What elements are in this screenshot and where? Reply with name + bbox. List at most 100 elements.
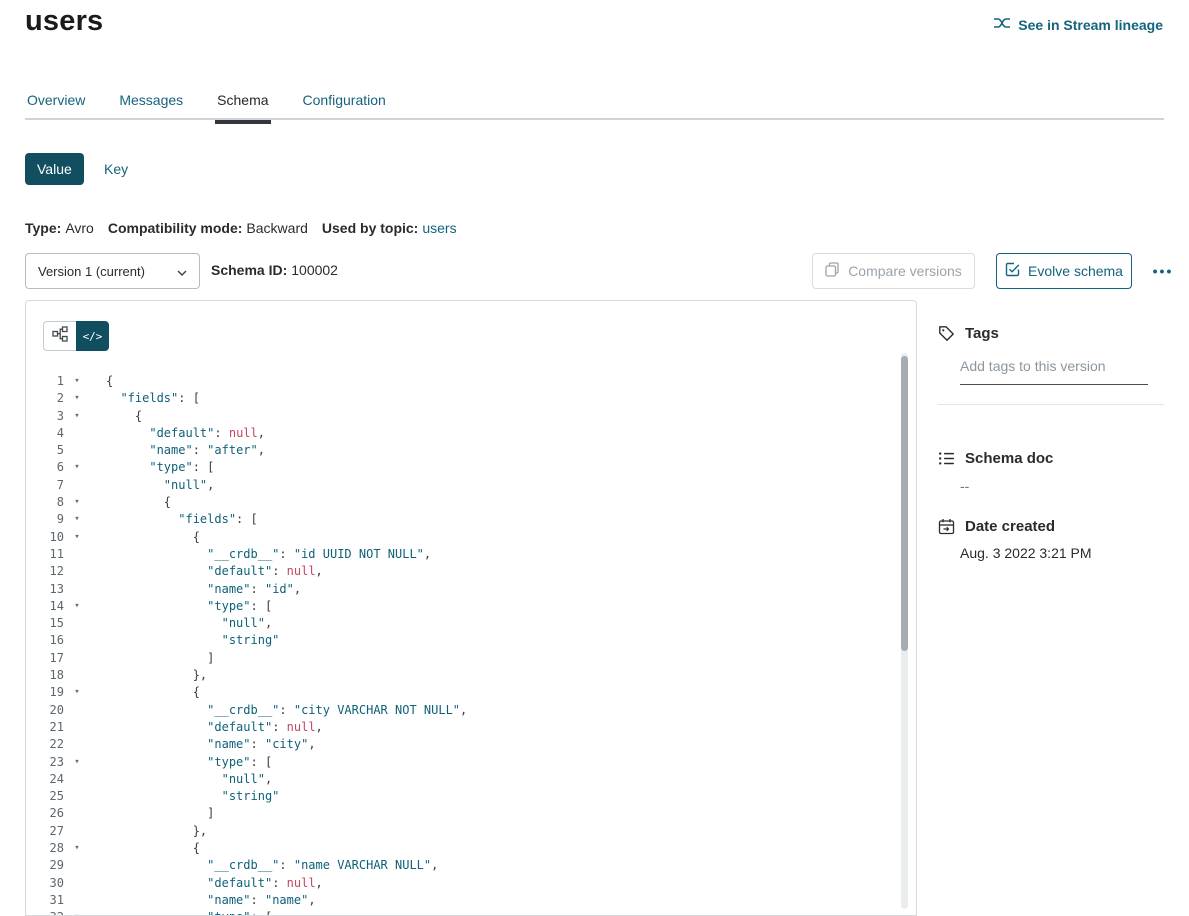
fold-spacer xyxy=(69,615,85,632)
fold-caret-icon[interactable]: ▾ xyxy=(69,494,85,511)
code-line: 27 }, xyxy=(26,823,900,840)
line-number: 13 xyxy=(26,581,64,598)
code-text: "name": "name", xyxy=(85,892,316,909)
fold-caret-icon[interactable]: ▾ xyxy=(69,684,85,701)
fold-caret-icon[interactable]: ▾ xyxy=(69,598,85,615)
stream-lineage-link[interactable]: See in Stream lineage xyxy=(993,16,1163,33)
date-created-heading-label: Date created xyxy=(965,518,1055,535)
code-text: { xyxy=(85,840,200,857)
compare-versions-button[interactable]: Compare versions xyxy=(812,253,975,289)
code-text: "null", xyxy=(85,615,272,632)
fold-spacer xyxy=(69,477,85,494)
fold-spacer xyxy=(69,546,85,563)
line-number: 12 xyxy=(26,563,64,580)
code-text: "type": [ xyxy=(85,754,272,771)
key-toggle-button[interactable]: Key xyxy=(104,161,128,177)
code-text: "__crdb__": "name VARCHAR NULL", xyxy=(85,857,438,874)
fold-spacer xyxy=(69,805,85,822)
fold-spacer xyxy=(69,857,85,874)
fold-caret-icon[interactable]: ▾ xyxy=(69,754,85,771)
line-number: 17 xyxy=(26,650,64,667)
code-line: 9 ▾ "fields": [ xyxy=(26,511,900,528)
schema-sidebar: Tags Schema doc -- Date created Aug. 3 2… xyxy=(938,300,1164,916)
line-number: 9 xyxy=(26,511,64,528)
line-number: 3 xyxy=(26,408,64,425)
code-line: 10▾ { xyxy=(26,529,900,546)
stream-lineage-label: See in Stream lineage xyxy=(1018,17,1163,33)
code-line: 4 "default": null, xyxy=(26,425,900,442)
code-line: 31 "name": "name", xyxy=(26,892,900,909)
fold-spacer xyxy=(69,788,85,805)
fold-caret-icon[interactable]: ▾ xyxy=(69,529,85,546)
tags-input[interactable] xyxy=(960,358,1148,385)
page-title: users xyxy=(25,5,103,38)
line-number: 4 xyxy=(26,425,64,442)
date-created-heading: Date created xyxy=(938,518,1055,535)
fold-spacer xyxy=(69,425,85,442)
fold-caret-icon[interactable]: ▾ xyxy=(69,408,85,425)
code-text: "type": [ xyxy=(85,598,272,615)
more-options-button[interactable]: ••• xyxy=(1142,253,1184,289)
code-text: { xyxy=(85,684,200,701)
version-select-value: Version 1 (current) xyxy=(38,264,145,279)
fold-caret-icon[interactable]: ▾ xyxy=(69,909,85,915)
fold-spacer xyxy=(69,892,85,909)
meta-topic-link[interactable]: users xyxy=(422,220,456,236)
value-toggle-button[interactable]: Value xyxy=(25,153,84,185)
fold-caret-icon[interactable]: ▾ xyxy=(69,511,85,528)
code-text: "name": "after", xyxy=(85,442,265,459)
tags-heading: Tags xyxy=(938,325,999,342)
fold-caret-icon[interactable]: ▾ xyxy=(69,459,85,476)
code-text: "type": [ xyxy=(85,909,272,915)
line-number: 19 xyxy=(26,684,64,701)
line-number: 28 xyxy=(26,840,64,857)
code-line: 25 "string" xyxy=(26,788,900,805)
fold-spacer xyxy=(69,736,85,753)
line-number: 29 xyxy=(26,857,64,874)
version-select[interactable]: Version 1 (current) xyxy=(25,253,200,289)
code-line: 22 "name": "city", xyxy=(26,736,900,753)
tags-heading-label: Tags xyxy=(965,325,999,342)
tree-view-button[interactable] xyxy=(43,321,76,351)
code-text: "name": "city", xyxy=(85,736,316,753)
code-line: 7 "null", xyxy=(26,477,900,494)
code-text: "fields": [ xyxy=(85,511,258,528)
fold-caret-icon[interactable]: ▾ xyxy=(69,373,85,390)
fold-spacer xyxy=(69,667,85,684)
line-number: 27 xyxy=(26,823,64,840)
line-number: 30 xyxy=(26,875,64,892)
line-number: 2 xyxy=(26,390,64,407)
fold-caret-icon[interactable]: ▾ xyxy=(69,390,85,407)
code-line: 16 "string" xyxy=(26,632,900,649)
line-number: 21 xyxy=(26,719,64,736)
code-text: }, xyxy=(85,823,207,840)
evolve-schema-label: Evolve schema xyxy=(1028,263,1123,279)
code-line: 3▾ { xyxy=(26,408,900,425)
evolve-schema-button[interactable]: Evolve schema xyxy=(996,253,1132,289)
scrollbar-thumb[interactable] xyxy=(901,356,908,651)
line-number: 6 xyxy=(26,459,64,476)
line-number: 5 xyxy=(26,442,64,459)
editor-view-toggle: </> xyxy=(43,321,109,351)
line-number: 22 xyxy=(26,736,64,753)
code-text: "name": "id", xyxy=(85,581,301,598)
line-number: 10 xyxy=(26,529,64,546)
calendar-icon xyxy=(938,518,955,535)
code-text: "default": null, xyxy=(85,875,323,892)
code-line: 8▾ { xyxy=(26,494,900,511)
code-line: 13 "name": "id", xyxy=(26,581,900,598)
code-text: }, xyxy=(85,667,207,684)
schema-doc-heading: Schema doc xyxy=(938,450,1053,467)
meta-compat-label: Compatibility mode: xyxy=(108,220,243,236)
line-number: 26 xyxy=(26,805,64,822)
line-number: 31 xyxy=(26,892,64,909)
code-text: "fields": [ xyxy=(85,390,200,407)
code-view-button[interactable]: </> xyxy=(76,321,109,351)
fold-caret-icon[interactable]: ▾ xyxy=(69,840,85,857)
code-text: "null", xyxy=(85,477,214,494)
code-text: "__crdb__": "city VARCHAR NOT NULL", xyxy=(85,702,467,719)
fold-spacer xyxy=(69,581,85,598)
code-line: 6▾ "type": [ xyxy=(26,459,900,476)
code-text: "default": null, xyxy=(85,563,323,580)
line-number: 24 xyxy=(26,771,64,788)
